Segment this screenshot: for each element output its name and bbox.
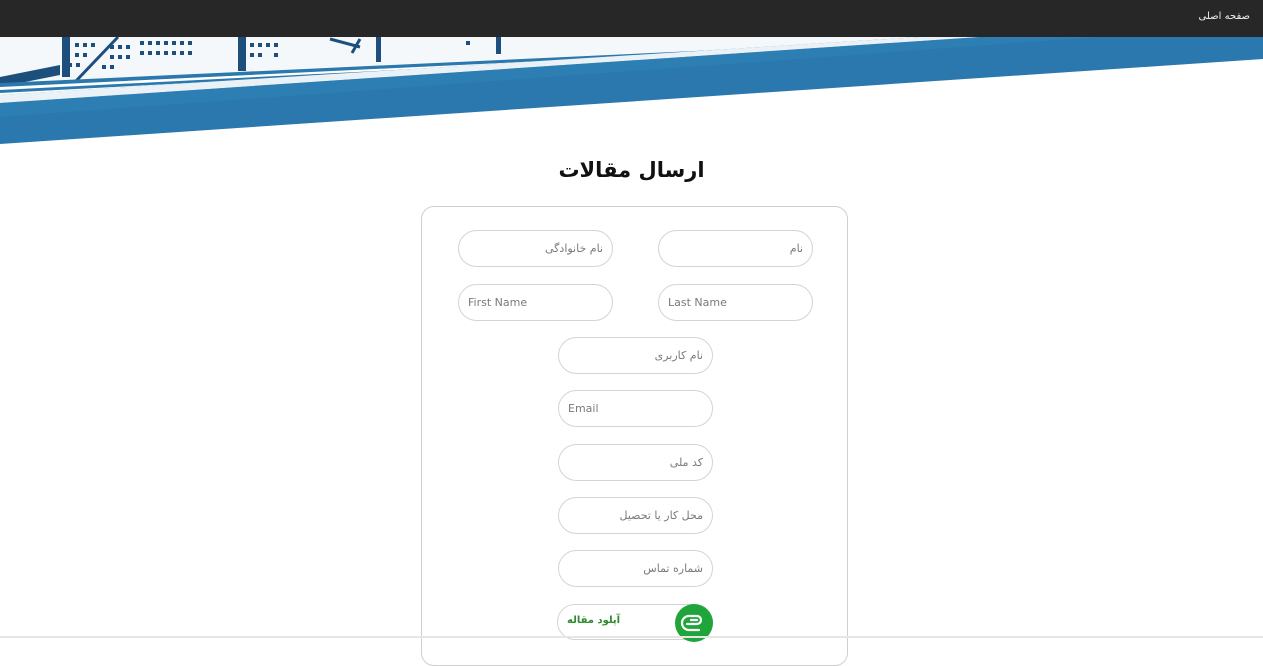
first-name-en-input[interactable] [458, 284, 613, 321]
national-code-input[interactable] [558, 444, 713, 481]
first-name-fa-input[interactable] [658, 230, 813, 267]
workplace-input[interactable] [558, 497, 713, 534]
upload-article-field[interactable]: آپلود مقاله [557, 604, 713, 642]
top-navbar: صفحه اصلی [0, 0, 1263, 37]
last-name-en-input[interactable] [658, 284, 813, 321]
article-submission-form [421, 206, 848, 666]
phone-input[interactable] [558, 550, 713, 587]
upload-label: آپلود مقاله [567, 615, 621, 626]
home-link[interactable]: صفحه اصلی [1199, 11, 1250, 22]
last-name-fa-input[interactable] [458, 230, 613, 267]
username-input[interactable] [558, 337, 713, 374]
page-title: ارسال مقالات [558, 158, 705, 182]
header-banner [0, 37, 1263, 144]
email-input[interactable] [558, 390, 713, 427]
